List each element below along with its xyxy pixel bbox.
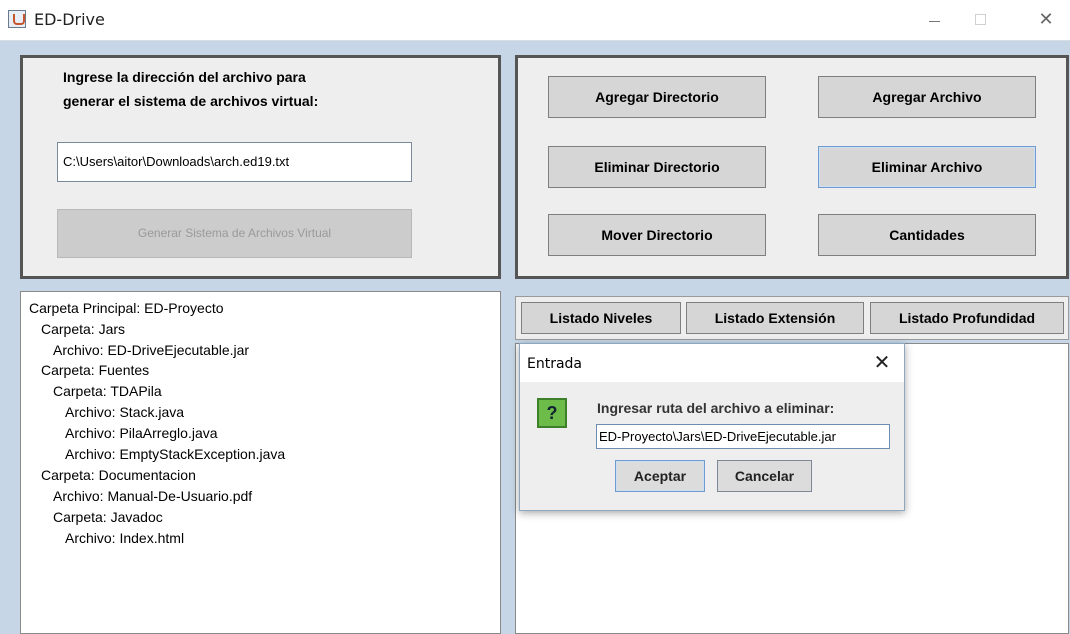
cancel-button[interactable]: Cancelar — [717, 460, 812, 492]
file-input-panel: Ingrese la dirección del archivo para ge… — [20, 55, 501, 279]
list-levels-button[interactable]: Listado Niveles — [521, 302, 681, 334]
prompt-line-2: generar el sistema de archivos virtual: — [63, 93, 319, 109]
question-icon: ? — [537, 398, 567, 428]
maximize-icon — [975, 14, 986, 25]
tree-item: Archivo: PilaArreglo.java — [65, 425, 218, 441]
list-depth-button[interactable]: Listado Profundidad — [870, 302, 1064, 334]
close-icon: ✕ — [1038, 9, 1054, 30]
tree-item: Carpeta: Jars — [41, 321, 126, 337]
tree-item: Archivo: Stack.java — [65, 404, 185, 420]
tree-item: Carpeta: Documentacion — [41, 467, 196, 483]
list-extension-button[interactable]: Listado Extensión — [686, 302, 864, 334]
counts-button[interactable]: Cantidades — [818, 214, 1036, 256]
file-path-field[interactable]: ED-Proyecto\Jars\ED-DriveEjecutable.jar — [596, 424, 890, 449]
listing-toolbar: Listado Niveles Listado Extensión Listad… — [515, 296, 1069, 340]
input-dialog: Entrada ✕ ? Ingresar ruta del archivo a … — [519, 343, 905, 511]
title-bar: ED-Drive ✕ — [0, 0, 1070, 41]
minimize-icon — [929, 21, 940, 22]
window-title: ED-Drive — [34, 10, 105, 29]
accept-button[interactable]: Aceptar — [615, 460, 705, 492]
dialog-message: Ingresar ruta del archivo a eliminar: — [597, 400, 835, 416]
tree-item: Carpeta: Fuentes — [41, 362, 150, 378]
close-icon: ✕ — [873, 352, 891, 374]
close-button[interactable]: ✕ — [1024, 6, 1068, 34]
tree-item: Carpeta Principal: ED-Proyecto — [29, 300, 224, 316]
file-path-input[interactable]: C:\Users\aitor\Downloads\arch.ed19.txt — [57, 142, 412, 182]
delete-file-button[interactable]: Eliminar Archivo — [818, 146, 1036, 188]
java-app-icon — [8, 10, 26, 28]
move-directory-button[interactable]: Mover Directorio — [548, 214, 766, 256]
main-window-content: Ingrese la dirección del archivo para ge… — [0, 41, 1070, 634]
file-path-value: ED-Proyecto\Jars\ED-DriveEjecutable.jar — [599, 429, 836, 444]
actions-panel: Agregar Directorio Agregar Archivo Elimi… — [515, 55, 1069, 279]
add-file-button[interactable]: Agregar Archivo — [818, 76, 1036, 118]
minimize-button[interactable] — [913, 6, 957, 34]
prompt-line-1: Ingrese la dirección del archivo para — [63, 69, 306, 85]
generate-filesystem-button[interactable]: Generar Sistema de Archivos Virtual — [57, 209, 412, 258]
tree-item: Archivo: Index.html — [65, 530, 185, 546]
tree-item: Carpeta: TDAPila — [53, 383, 162, 399]
dialog-close-button[interactable]: ✕ — [868, 350, 896, 376]
maximize-button[interactable] — [958, 6, 1002, 34]
dialog-title: Entrada — [527, 356, 583, 372]
delete-directory-button[interactable]: Eliminar Directorio — [548, 146, 766, 188]
tree-item: Archivo: EmptyStackException.java — [65, 446, 286, 462]
file-tree[interactable]: Carpeta Principal: ED-Proyecto Carpeta: … — [20, 291, 501, 634]
add-directory-button[interactable]: Agregar Directorio — [548, 76, 766, 118]
tree-item: Carpeta: Javadoc — [53, 509, 163, 525]
dialog-title-bar: Entrada ✕ — [520, 344, 904, 382]
tree-item: Archivo: Manual-De-Usuario.pdf — [53, 488, 253, 504]
tree-item: Archivo: ED-DriveEjecutable.jar — [53, 342, 250, 358]
